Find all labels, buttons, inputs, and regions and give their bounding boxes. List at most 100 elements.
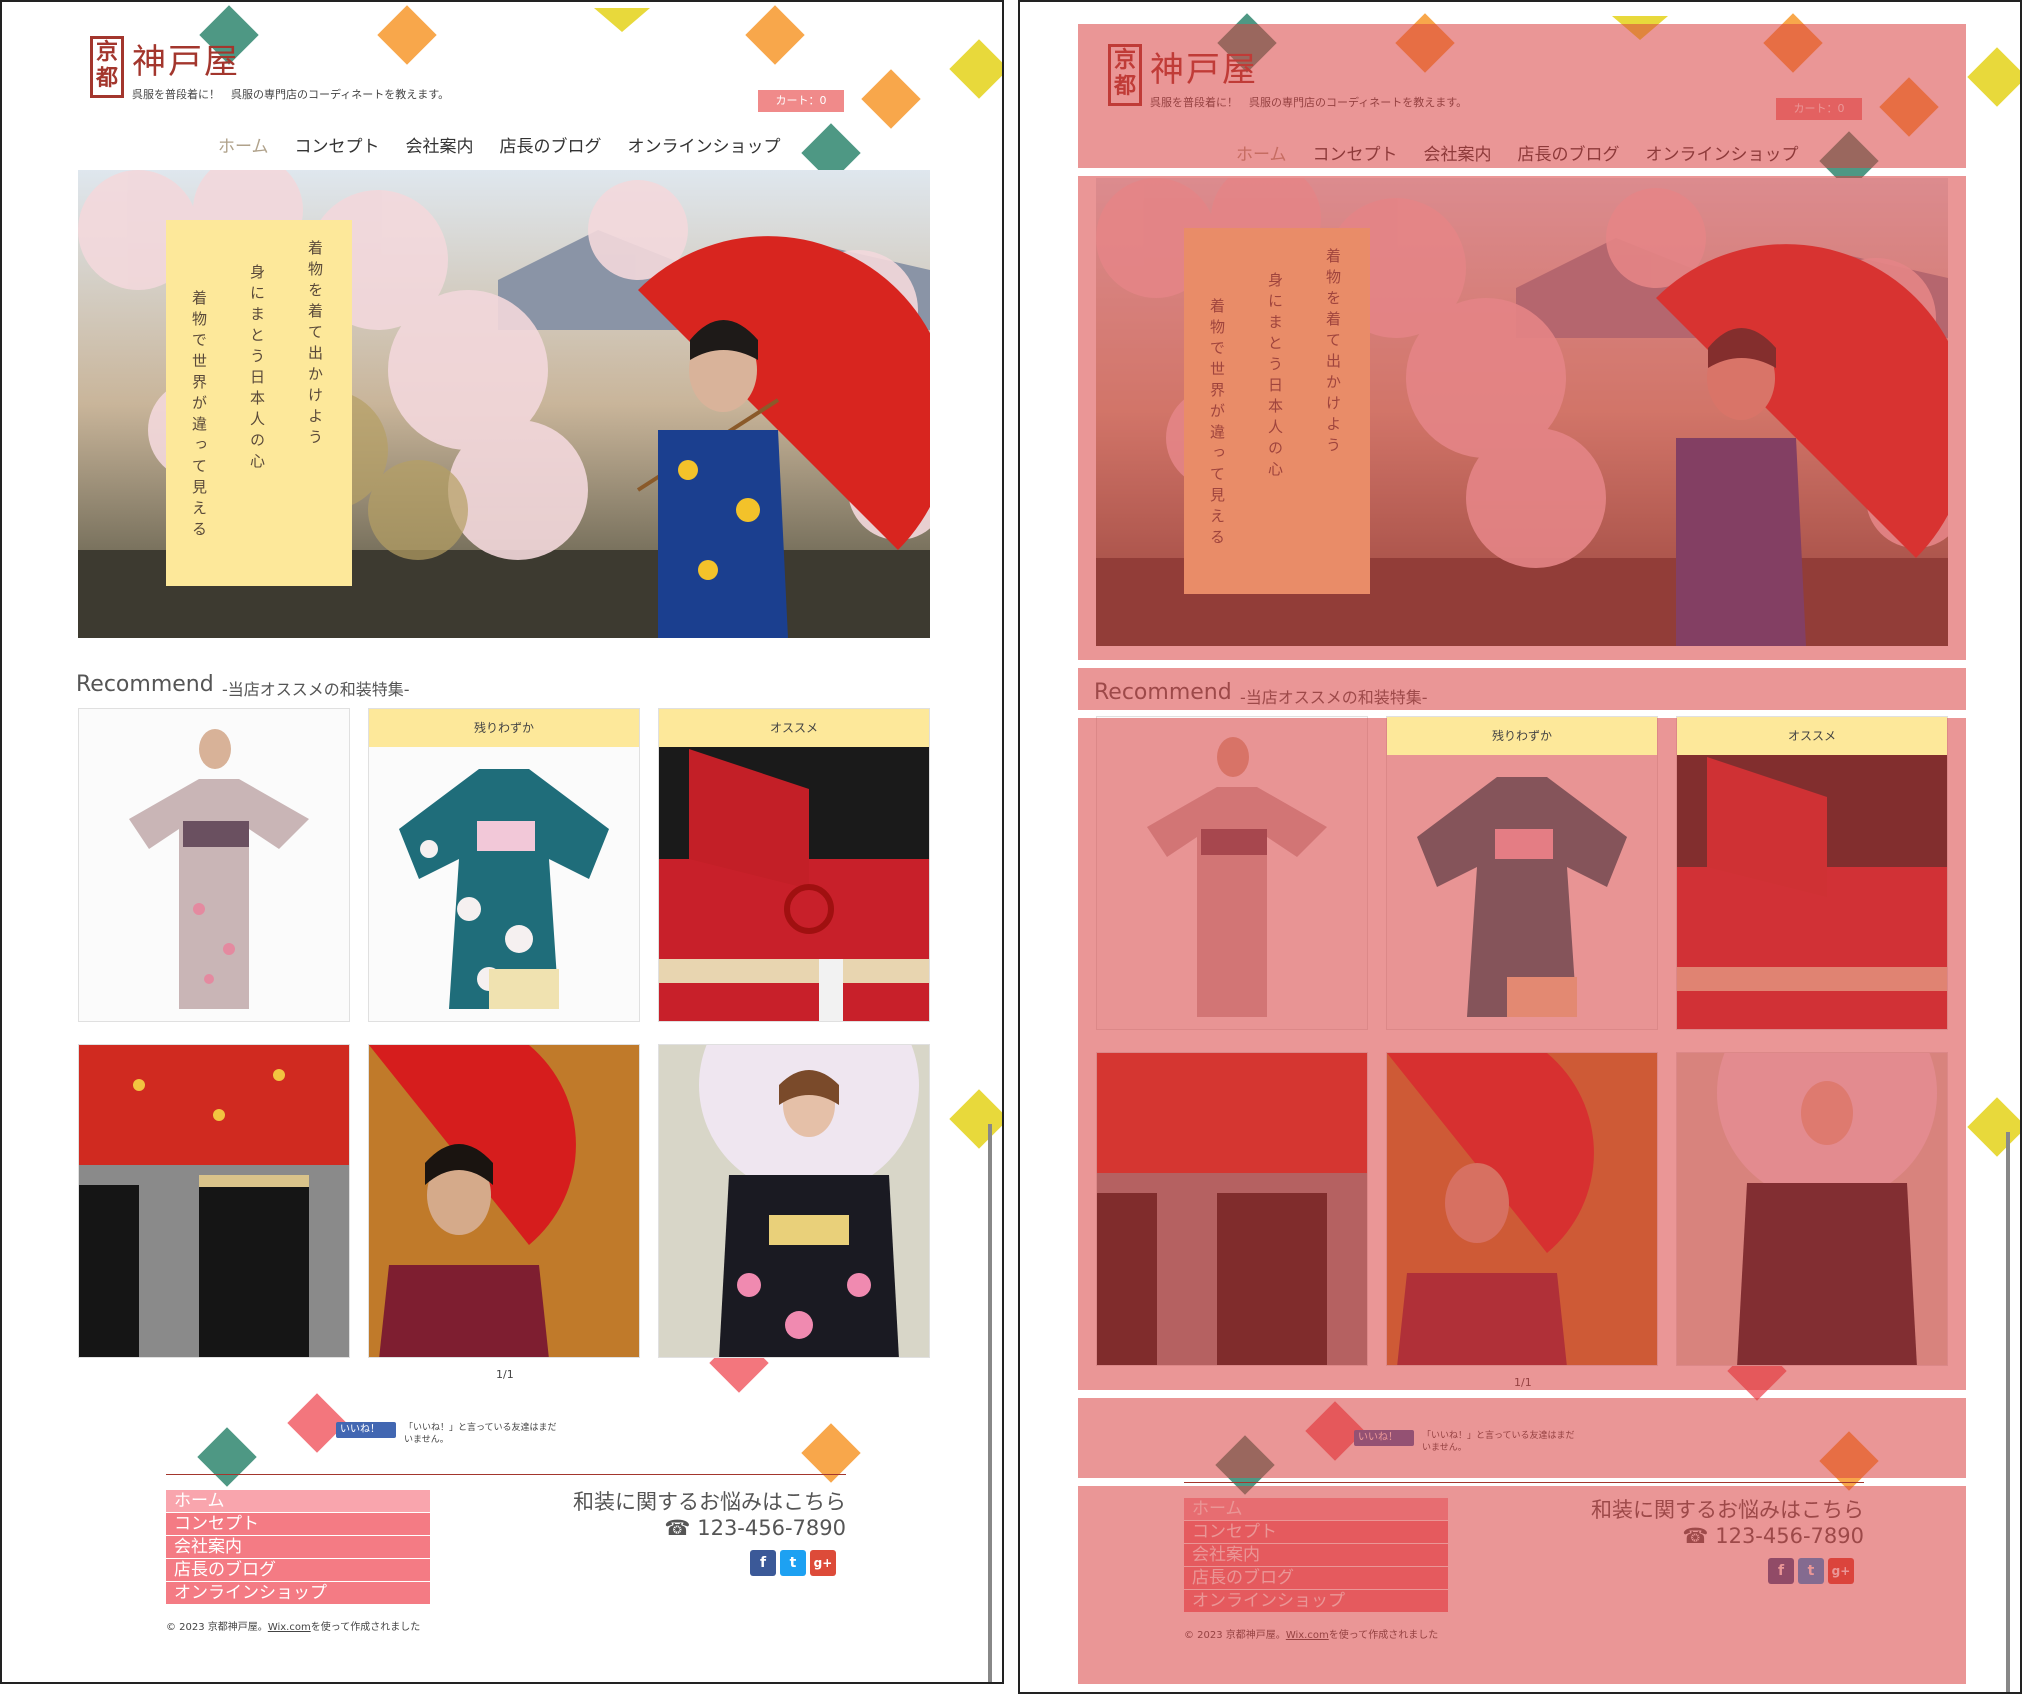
product-tag: オススメ (659, 709, 929, 747)
decor-diamond (1879, 77, 1939, 137)
site-logo-name[interactable]: 神戸屋 (132, 34, 240, 83)
product-image (369, 1045, 576, 1357)
scrollbar[interactable] (988, 1124, 992, 1682)
decor-triangle (594, 8, 650, 32)
pagination-indicator: 1/1 (1514, 1376, 1532, 1389)
footer-nav-company[interactable]: 会社案内 (1184, 1544, 1448, 1566)
product-tile[interactable] (78, 708, 350, 1022)
decor-diamond (949, 1089, 1002, 1149)
product-image (1147, 737, 1327, 1017)
product-tile[interactable] (78, 1044, 350, 1358)
product-tile[interactable]: 残りわずか (368, 708, 640, 1022)
contact-phone: ☎ 123-456-7890 (664, 1516, 846, 1540)
contact-phone: ☎ 123-456-7890 (1682, 1524, 1864, 1548)
footer-nav-concept[interactable]: コンセプト (1184, 1521, 1448, 1543)
twitter-icon[interactable]: t (780, 1550, 806, 1576)
decor-diamond (745, 5, 805, 65)
product-tile[interactable] (1386, 1052, 1658, 1366)
nav-item-blog[interactable]: 店長のブログ (500, 132, 602, 157)
footer-nav: ホーム コンセプト 会社案内 店長のブログ オンラインショップ (166, 1490, 430, 1605)
cart-button[interactable]: カート：0 (1776, 98, 1862, 120)
product-grid: 残りわずか オススメ (1096, 716, 1950, 1366)
hero-line-3: 着物で世界が違って見える (1208, 298, 1226, 550)
facebook-icon[interactable]: f (750, 1550, 776, 1576)
hero-line-2: 身にまとう日本人の心 (1266, 272, 1284, 482)
nav-item-home[interactable]: ホーム (218, 132, 269, 157)
copyright: © 2023 京都神戸屋。Wix.comを使って作成されました (1184, 1626, 1438, 1641)
nav-item-online-shop[interactable]: オンラインショップ (628, 132, 781, 157)
facebook-like-button[interactable]: いいね！ (1354, 1430, 1414, 1446)
contact-title: 和装に関するお悩みはこちら (1591, 1498, 1864, 1522)
decor-diamond (1395, 13, 1455, 73)
footer-nav-company[interactable]: 会社案内 (166, 1536, 430, 1558)
product-tile[interactable]: 残りわずか (1386, 716, 1658, 1030)
facebook-icon[interactable]: f (1768, 1558, 1794, 1584)
google-plus-icon[interactable]: g+ (1828, 1558, 1854, 1584)
product-tile[interactable] (368, 1044, 640, 1358)
recommend-subtitle: -当店オススメの和装特集- (1240, 688, 1428, 707)
contact-title: 和装に関するお悩みはこちら (573, 1490, 846, 1514)
product-tag: 残りわずか (369, 709, 639, 747)
decor-diamond (861, 69, 921, 129)
facebook-like-widget: いいね！ 「いいね！」と言っている友達はまだいません。 (336, 1422, 564, 1446)
nav-item-concept[interactable]: コンセプト (1313, 140, 1398, 165)
product-tile[interactable] (1096, 716, 1368, 1030)
copyright-suffix: を使って作成されました (1328, 1630, 1439, 1641)
hero-banner: 着物を着て出かけよう 身にまとう日本人の心 着物で世界が違って見える (78, 170, 930, 638)
facebook-like-text: 「いいね！」と言っている友達はまだいません。 (404, 1423, 557, 1445)
twitter-icon[interactable]: t (1798, 1558, 1824, 1584)
nav-item-concept[interactable]: コンセプト (295, 132, 380, 157)
social-icons: f t g+ (750, 1550, 836, 1576)
copyright-suffix: を使って作成されました (310, 1622, 421, 1633)
nav-item-company[interactable]: 会社案内 (1424, 140, 1492, 165)
product-image (659, 749, 929, 1021)
nav-item-blog[interactable]: 店長のブログ (1518, 140, 1620, 165)
nav-item-company[interactable]: 会社案内 (406, 132, 474, 157)
decor-diamond (949, 39, 1002, 99)
site-footer: ホーム コンセプト 会社案内 店長のブログ オンラインショップ 和装に関するお悩… (1096, 1482, 1984, 1652)
product-tile[interactable]: オススメ (658, 708, 930, 1022)
cart-button[interactable]: カート：0 (758, 90, 844, 112)
logo-seal[interactable]: 京都 (90, 36, 124, 98)
screenshot-panel-annotated: 京都 神戸屋 呉服を普段着に！ 呉服の専門店のコーディネートを教えます。 カート… (1018, 0, 2022, 1694)
site-logo-name[interactable]: 神戸屋 (1150, 42, 1258, 91)
product-image (1417, 777, 1627, 1017)
decor-diamond (377, 5, 437, 65)
footer-nav-home[interactable]: ホーム (1184, 1498, 1448, 1520)
footer-divider (1184, 1482, 1864, 1483)
nav-item-online-shop[interactable]: オンラインショップ (1646, 140, 1799, 165)
product-image (699, 1045, 919, 1357)
footer-nav-blog[interactable]: 店長のブログ (166, 1559, 430, 1581)
site-tagline: 呉服を普段着に！ 呉服の専門店のコーディネートを教えます。 (1150, 96, 1468, 109)
scrollbar[interactable] (2006, 1132, 2010, 1692)
facebook-like-text: 「いいね！」と言っている友達はまだいません。 (1422, 1431, 1575, 1453)
main-nav: ホーム コンセプト 会社案内 店長のブログ オンラインショップ (218, 132, 781, 157)
nav-item-home[interactable]: ホーム (1236, 140, 1287, 165)
product-tile[interactable] (658, 1044, 930, 1358)
recommend-title: Recommend (1094, 680, 1232, 705)
product-tag: 残りわずか (1387, 717, 1657, 755)
decor-diamond (1763, 13, 1823, 73)
google-plus-icon[interactable]: g+ (810, 1550, 836, 1576)
product-image (1677, 757, 1947, 1029)
product-image (79, 1045, 349, 1357)
wix-link[interactable]: Wix.com (268, 1622, 311, 1633)
footer-nav-online-shop[interactable]: オンラインショップ (166, 1582, 430, 1604)
facebook-like-button[interactable]: いいね！ (336, 1422, 396, 1438)
product-image (399, 769, 609, 1009)
product-tile[interactable]: オススメ (1676, 716, 1948, 1030)
site-tagline: 呉服を普段着に！ 呉服の専門店のコーディネートを教えます。 (132, 88, 450, 101)
website-page: 京都 神戸屋 呉服を普段着に！ 呉服の専門店のコーディネートを教えます。 カート… (1020, 10, 2020, 1692)
footer-nav-online-shop[interactable]: オンラインショップ (1184, 1590, 1448, 1612)
footer-nav-blog[interactable]: 店長のブログ (1184, 1567, 1448, 1589)
product-tile[interactable] (1676, 1052, 1948, 1366)
product-grid: 残りわずか オススメ (78, 708, 932, 1358)
footer-nav-home[interactable]: ホーム (166, 1490, 430, 1512)
wix-link[interactable]: Wix.com (1286, 1630, 1329, 1641)
product-image (1387, 1053, 1594, 1365)
footer-nav-concept[interactable]: コンセプト (166, 1513, 430, 1535)
screenshot-panel-original: 京都 神戸屋 呉服を普段着に！ 呉服の専門店のコーディネートを教えます。 カート… (0, 0, 1004, 1684)
logo-seal[interactable]: 京都 (1108, 44, 1142, 106)
hero-line-3: 着物で世界が違って見える (190, 290, 208, 542)
product-tile[interactable] (1096, 1052, 1368, 1366)
